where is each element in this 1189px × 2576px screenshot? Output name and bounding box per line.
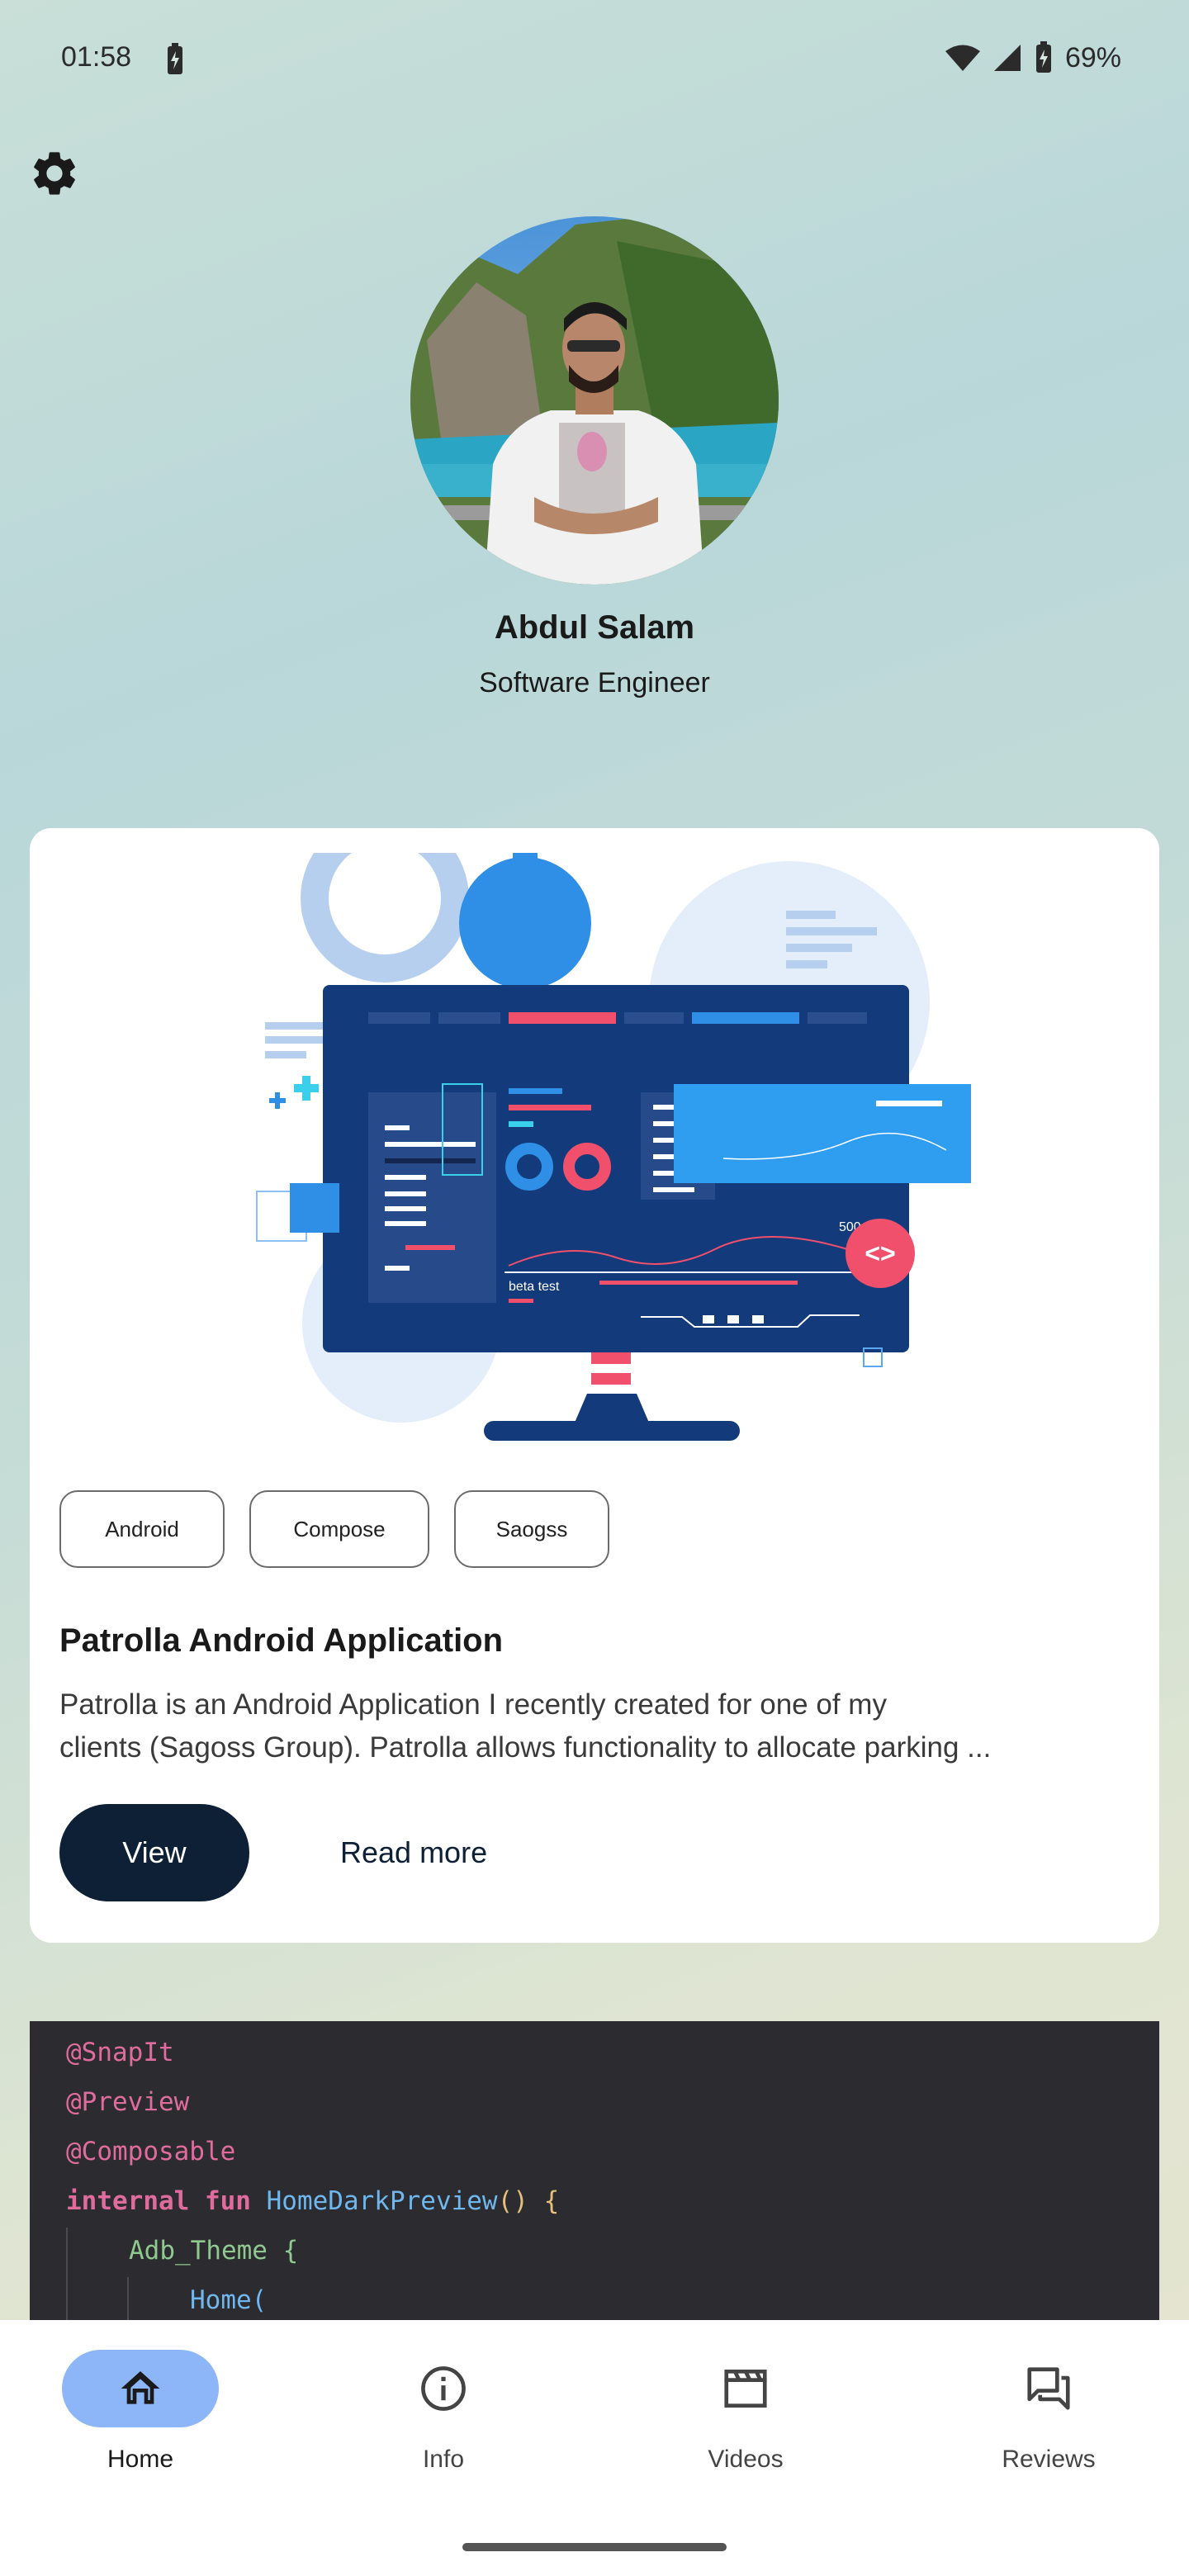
chat-icon bbox=[1027, 2367, 1070, 2410]
nav-pill-home[interactable] bbox=[62, 2350, 219, 2427]
battery-icon bbox=[1035, 41, 1051, 73]
code-keyword: internal fun bbox=[66, 2186, 267, 2216]
nav-pill-videos[interactable] bbox=[667, 2350, 824, 2427]
code-badge-text: <> bbox=[865, 1238, 895, 1268]
clapperboard-icon bbox=[724, 2370, 767, 2408]
dashboard-illustration: 500 beta test <> bbox=[256, 853, 971, 1441]
code-snippet-card: @SnapIt @Preview @Composable internal fu… bbox=[30, 2021, 1159, 2351]
signal-icon bbox=[993, 45, 1021, 71]
nav-label-videos: Videos bbox=[708, 2446, 784, 2473]
code-line-2: @Preview bbox=[66, 2087, 190, 2117]
illustration-beta-label: beta test bbox=[509, 1280, 560, 1294]
profile-role: Software Engineer bbox=[479, 667, 710, 698]
status-bar: 01:58 69% bbox=[0, 0, 1189, 116]
battery-percent: 69% bbox=[1064, 41, 1121, 73]
nav-item-home[interactable]: Home bbox=[58, 2350, 223, 2474]
home-indicator[interactable] bbox=[462, 2543, 727, 2551]
profile-photo bbox=[410, 216, 779, 585]
view-button[interactable]: View bbox=[59, 1804, 249, 1901]
code-line-3: @Composable bbox=[66, 2137, 236, 2166]
code-line-6: Home( bbox=[190, 2285, 268, 2315]
nav-label-reviews: Reviews bbox=[1002, 2446, 1096, 2473]
code-line-5: Adb_Theme { bbox=[129, 2236, 298, 2266]
nav-pill-reviews[interactable] bbox=[970, 2350, 1127, 2427]
avatar bbox=[410, 216, 779, 585]
project-title: Patrolla Android Application bbox=[59, 1622, 504, 1659]
project-card: 500 beta test <> Android Compose Saogss … bbox=[30, 828, 1159, 1943]
nav-pill-info[interactable] bbox=[365, 2350, 522, 2427]
nav-label-info: Info bbox=[422, 2446, 465, 2473]
info-icon bbox=[421, 2366, 466, 2411]
project-description-line-2: clients (Sagoss Group). Patrolla allows … bbox=[59, 1731, 992, 1764]
code-function-name: HomeDarkPreview bbox=[266, 2186, 498, 2216]
nav-item-reviews[interactable]: Reviews bbox=[966, 2350, 1131, 2474]
wifi-icon bbox=[945, 45, 980, 71]
home-icon bbox=[121, 2371, 160, 2404]
code-line-4: internal fun HomeDarkPreview() { bbox=[66, 2186, 559, 2216]
gear-icon[interactable] bbox=[28, 147, 81, 200]
project-description: Patrolla is an Android Application I rec… bbox=[59, 1683, 1133, 1769]
code-brace: () { bbox=[497, 2186, 560, 2216]
code-theme-name: Adb_Theme bbox=[129, 2236, 268, 2266]
project-description-line-1: Patrolla is an Android Application I rec… bbox=[59, 1688, 887, 1721]
code-line-1: @SnapIt bbox=[66, 2038, 174, 2067]
nav-label-home: Home bbox=[107, 2446, 174, 2473]
charging-icon bbox=[168, 43, 182, 74]
tag-list: Android Compose Saogss bbox=[59, 1490, 609, 1568]
nav-item-info[interactable]: Info bbox=[361, 2350, 526, 2474]
tag-saogss[interactable]: Saogss bbox=[454, 1490, 609, 1568]
nav-item-videos[interactable]: Videos bbox=[663, 2350, 828, 2474]
code-brace: { bbox=[267, 2236, 299, 2266]
read-more-button[interactable]: Read more bbox=[310, 1804, 517, 1901]
tag-android[interactable]: Android bbox=[59, 1490, 225, 1568]
bottom-navigation: Home Info Videos Reviews bbox=[0, 2320, 1189, 2576]
tag-compose[interactable]: Compose bbox=[249, 1490, 429, 1568]
status-time: 01:58 bbox=[61, 41, 132, 73]
profile-name: Abdul Salam bbox=[494, 609, 695, 646]
